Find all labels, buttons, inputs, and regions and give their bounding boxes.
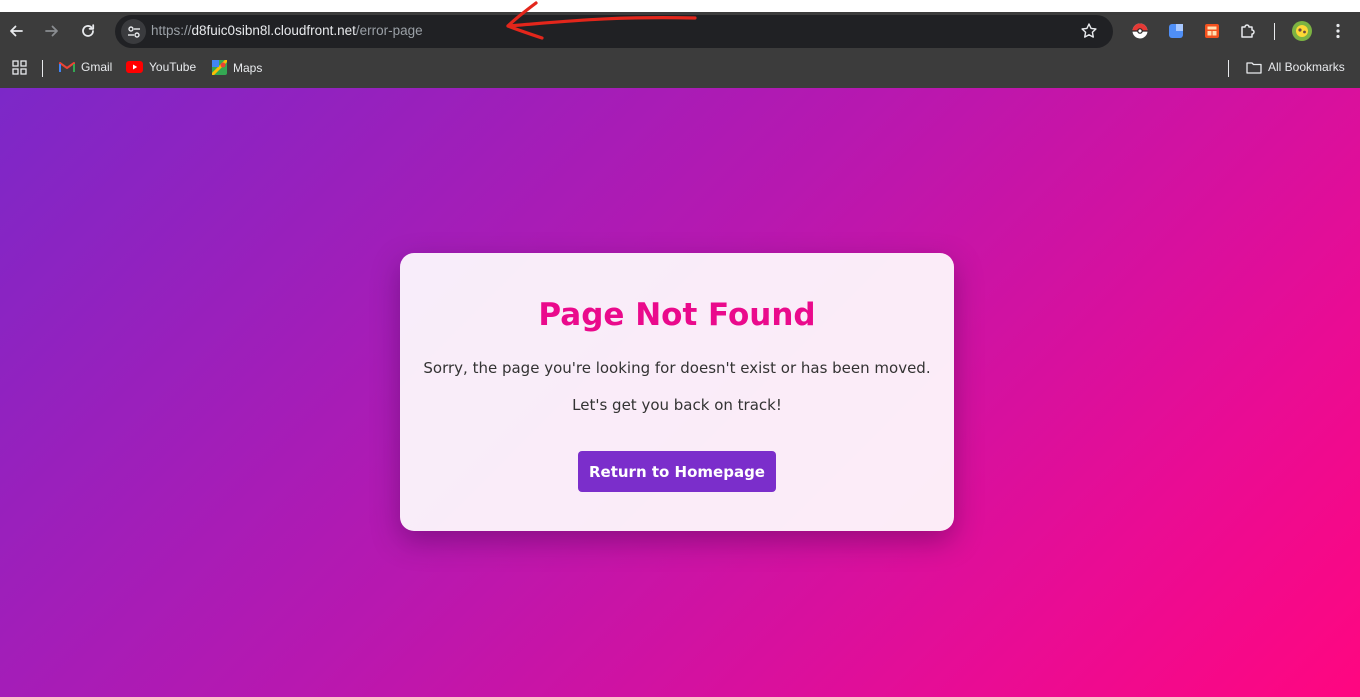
bookmarks-divider [42, 60, 43, 77]
all-bookmarks-label: All Bookmarks [1268, 60, 1345, 74]
bookmark-label: Gmail [81, 60, 113, 74]
arrow-right-icon [45, 25, 58, 37]
bookmark-youtube[interactable]: YouTube [126, 60, 196, 74]
bookmark-star-button[interactable] [1080, 22, 1098, 44]
reload-button[interactable] [74, 17, 102, 45]
page-title: Page Not Found [538, 297, 816, 333]
arrow-left-icon [10, 25, 23, 37]
error-submessage: Let's get you back on track! [572, 396, 782, 414]
forward-button[interactable] [38, 17, 66, 45]
bookmark-maps[interactable]: Maps [212, 60, 262, 75]
apps-grid-icon [12, 60, 27, 75]
back-button[interactable] [2, 17, 30, 45]
bookmark-label: YouTube [149, 60, 197, 74]
gmail-icon [59, 62, 75, 72]
annotation-arrow-icon [506, 1, 697, 40]
error-message: Sorry, the page you're looking for doesn… [423, 359, 931, 377]
bookmark-gmail[interactable]: Gmail [59, 60, 112, 74]
chrome-menu-button[interactable] [1329, 22, 1347, 40]
return-homepage-button[interactable]: Return to Homepage [578, 451, 776, 492]
tune-icon [127, 25, 140, 38]
toolbar-divider [1274, 23, 1275, 40]
orange-extension-icon[interactable] [1203, 22, 1221, 40]
site-info-button[interactable] [121, 19, 146, 44]
url-host: d8fuic0sibn8l.cloudfront.net [191, 23, 356, 38]
url-path: /error-page [355, 23, 423, 38]
bookmark-label: Maps [233, 60, 263, 75]
all-bookmarks-button[interactable]: All Bookmarks [1246, 60, 1345, 74]
youtube-icon [126, 61, 143, 73]
extensions-puzzle-icon[interactable] [1239, 22, 1257, 40]
blue-extension-icon[interactable] [1167, 22, 1185, 40]
reload-icon [82, 24, 95, 37]
bookmarks-divider-right [1228, 60, 1229, 77]
profile-avatar[interactable] [1291, 20, 1313, 42]
kebab-menu-icon [1336, 23, 1340, 39]
folder-icon [1246, 61, 1262, 74]
error-card: Page Not Found Sorry, the page you're lo… [400, 253, 954, 531]
apps-button[interactable] [12, 60, 27, 75]
page-content: Page Not Found Sorry, the page you're lo… [0, 88, 1360, 697]
star-icon [1081, 23, 1097, 38]
pokeball-extension-icon[interactable] [1131, 22, 1149, 40]
url-text[interactable]: https://d8fuic0sibn8l.cloudfront.net/err… [151, 23, 423, 38]
maps-icon [212, 60, 227, 75]
bookmarks-bar: Gmail YouTube Maps All Bookmarks [0, 52, 1360, 88]
url-scheme: https:// [151, 23, 192, 38]
